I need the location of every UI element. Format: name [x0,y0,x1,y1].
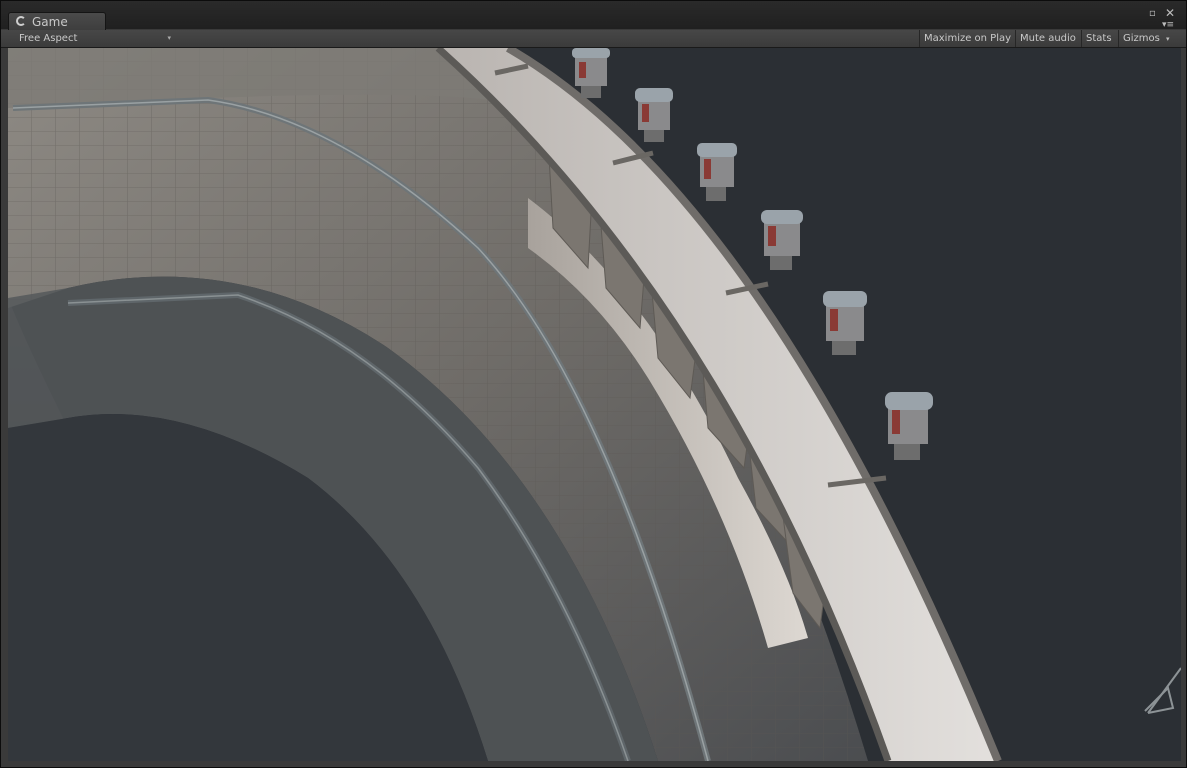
tab-label: Game [32,15,68,29]
aspect-value: Free Aspect [19,33,78,44]
gizmos-dropdown-icon[interactable]: ▾ [1166,34,1170,44]
chevron-down-icon: ▾ [167,34,171,42]
maximize-on-play-button[interactable]: Maximize on Play [919,30,1015,47]
tab-game[interactable]: Game [8,12,106,31]
game-toolbar: Free Aspect ▾ Maximize on Play Mute audi… [1,30,1186,48]
maximize-icon[interactable]: ▫ [1149,9,1156,19]
game-viewport[interactable] [8,48,1181,761]
game-window: Game ▫ ✕ ▾≡ Free Aspect ▾ Maximize on Pl… [0,0,1187,768]
close-icon[interactable]: ✕ [1165,7,1175,19]
mute-audio-button[interactable]: Mute audio [1015,30,1081,47]
aspect-dropdown[interactable]: Free Aspect ▾ [8,30,173,47]
tab-bar: Game ▫ ✕ ▾≡ [1,1,1186,31]
panel-menu-icon[interactable]: ▾≡ [1162,20,1174,30]
dam-scene [8,48,1181,761]
stats-button[interactable]: Stats [1081,30,1118,47]
unity-icon [16,16,26,26]
